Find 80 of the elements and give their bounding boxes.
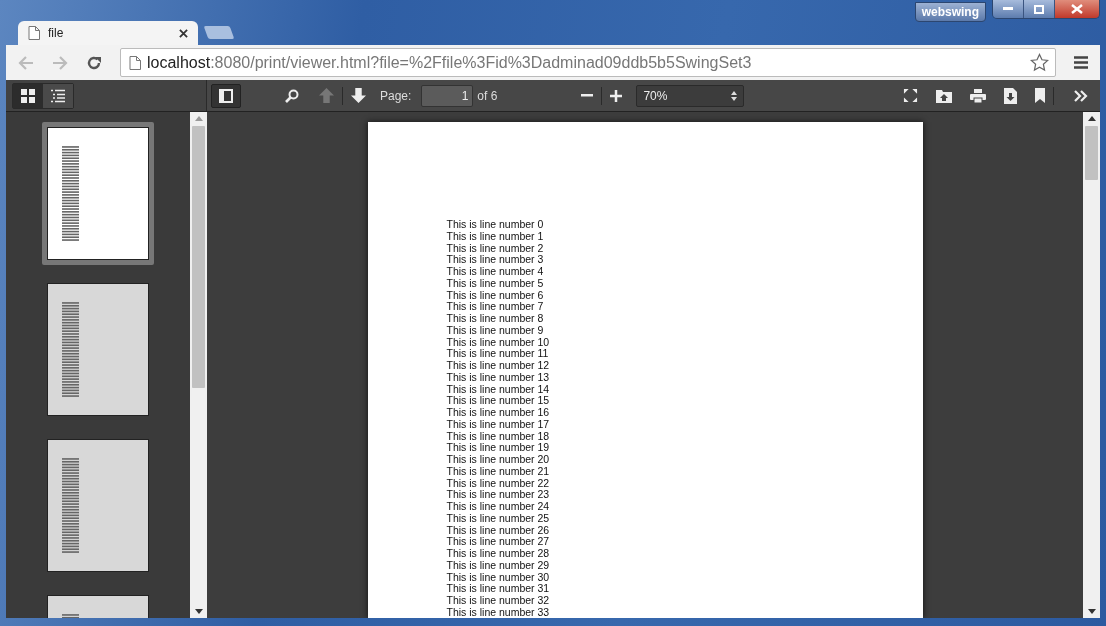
document-icon <box>28 26 40 40</box>
sidebar-toggle-button[interactable] <box>211 83 241 108</box>
list-icon <box>51 88 65 103</box>
page-label: Page: <box>380 88 412 103</box>
close-icon[interactable] <box>179 28 188 38</box>
print-icon[interactable] <box>970 88 986 103</box>
page-text-line: This is line number 9 <box>446 324 545 337</box>
page-count: of 6 <box>477 88 498 103</box>
browser-tab[interactable]: file <box>18 21 198 45</box>
page-text-line: This is line number 3 <box>446 254 545 266</box>
page-text-line: This is line number 0 <box>446 219 545 231</box>
zoom-in-icon[interactable] <box>610 89 623 102</box>
page-text-line: This is line number 12 <box>446 360 551 372</box>
page-text-line: This is line number 10 <box>446 336 551 349</box>
page-text-line: This is line number 30 <box>446 571 551 584</box>
page-text-line: This is line number 17 <box>446 418 551 431</box>
page-text-line: This is line number 33 <box>446 606 551 618</box>
page-number-field[interactable]: 1 <box>421 84 474 107</box>
new-tab-button[interactable] <box>203 26 235 39</box>
menu-icon[interactable] <box>1074 56 1088 69</box>
page-text-line: This is line number 5 <box>446 277 545 290</box>
page-text-line: This is line number 29 <box>446 559 551 572</box>
page-text-line: This is line number 1 <box>446 230 545 243</box>
download-icon[interactable] <box>1004 87 1017 104</box>
page-text-line: This is line number 24 <box>446 501 551 513</box>
scroll-up-icon[interactable] <box>1087 116 1096 121</box>
maximize-button[interactable] <box>1024 0 1055 18</box>
sidebar-icon <box>219 88 233 103</box>
bookmark-icon[interactable] <box>1035 88 1045 103</box>
scroll-down-icon[interactable] <box>1087 609 1096 614</box>
page-text-line: This is line number 18 <box>446 430 551 443</box>
page-text-line: This is line number 2 <box>446 242 545 255</box>
page-text-line: This is line number 16 <box>446 407 551 419</box>
page-text-line: This is line number 21 <box>446 465 551 478</box>
minimize-button[interactable] <box>993 0 1024 18</box>
page-thumbnail[interactable] <box>42 122 154 265</box>
down-arrow-icon[interactable] <box>351 88 366 103</box>
search-icon[interactable] <box>285 88 299 103</box>
page-text-line: This is line number 32 <box>446 595 551 607</box>
updown-caret-icon <box>731 90 738 101</box>
page-text-line: This is line number 22 <box>446 477 551 490</box>
page-text-line: This is line number 11 <box>446 348 550 360</box>
scroll-thumb[interactable] <box>1085 126 1098 180</box>
page-text-line: This is line number 13 <box>446 371 551 384</box>
page-scrollbar[interactable] <box>1083 112 1100 618</box>
thumbnail-scrollbar[interactable] <box>190 112 207 618</box>
close-icon <box>1071 4 1083 14</box>
minimize-icon <box>1003 7 1013 11</box>
fullscreen-icon[interactable] <box>903 88 918 103</box>
scroll-thumb[interactable] <box>192 126 205 388</box>
outline-view-button[interactable] <box>43 83 73 108</box>
maximize-icon <box>1034 4 1044 14</box>
document-icon <box>129 55 141 70</box>
page-text-line: This is line number 14 <box>446 383 551 396</box>
grid-icon <box>21 88 35 103</box>
open-folder-icon[interactable] <box>936 88 952 103</box>
page-text-line: This is line number 28 <box>446 548 551 560</box>
page-text-line: This is line number 26 <box>446 524 551 537</box>
page-text-line: This is line number 25 <box>446 512 551 525</box>
page-text-line: This is line number 4 <box>446 266 545 278</box>
more-tools-icon[interactable] <box>1074 89 1088 102</box>
star-icon[interactable] <box>1030 53 1049 72</box>
page-text-line: This is line number 31 <box>446 583 551 595</box>
reload-icon[interactable] <box>86 54 102 71</box>
zoom-select[interactable]: 70% <box>636 84 745 107</box>
page-text-line: This is line number 20 <box>446 454 551 466</box>
page-text-line: This is line number 19 <box>446 442 551 454</box>
page-text-line: This is line number 15 <box>446 395 551 407</box>
page-text-line: This is line number 23 <box>446 489 551 501</box>
window-close-button[interactable] <box>1055 0 1099 18</box>
page-text-line: This is line number 27 <box>446 536 551 548</box>
address-bar[interactable]: localhost:8080/print/viewer.html?file=%2Ffile%3Fid%3Dadminad09ddb5b5SwingSet3 <box>120 48 1056 77</box>
thumbnail-view-button[interactable] <box>13 83 43 108</box>
url-text: localhost:8080/print/viewer.html?file=%2Ffile%3Fid%3Dadminad09ddb5b5SwingSet3 <box>147 53 753 72</box>
page-text-line: This is line number 6 <box>446 289 545 302</box>
page-text-line: This is line number 7 <box>446 301 545 313</box>
tab-title: file <box>48 26 65 40</box>
page-text-line: This is line number 8 <box>446 313 545 325</box>
scroll-down-icon[interactable] <box>194 609 203 614</box>
zoom-out-icon[interactable] <box>581 93 594 98</box>
